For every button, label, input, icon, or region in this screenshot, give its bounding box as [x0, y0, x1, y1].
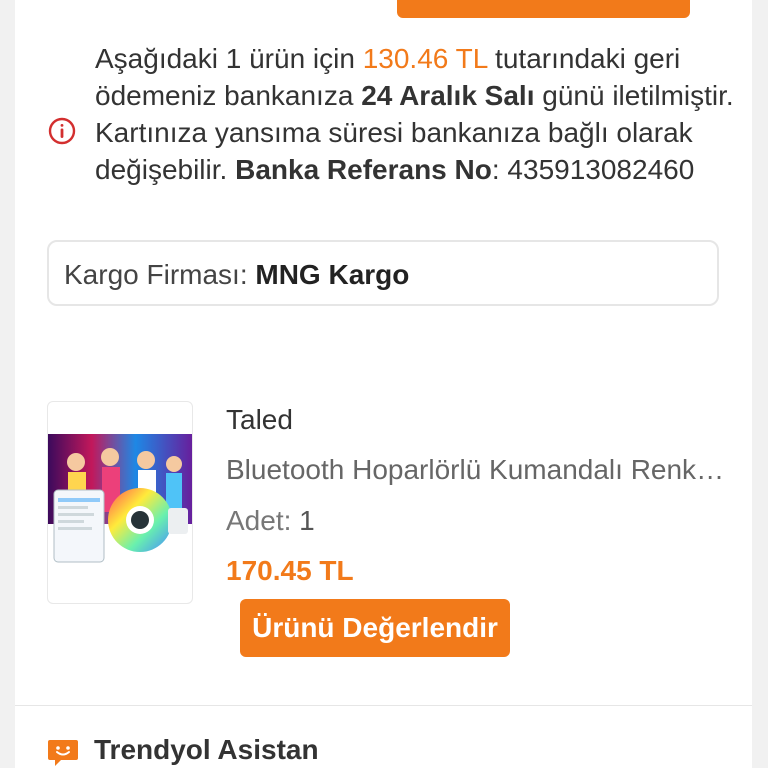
trendyol-assistant-link[interactable]: Trendyol Asistan — [94, 734, 319, 766]
bank-ref-label: Banka Referans No — [235, 154, 492, 185]
notice-text-1: Aşağıdaki 1 ürün için — [95, 43, 363, 74]
quantity-label: Adet: — [226, 505, 300, 536]
product-name[interactable]: Bluetooth Hoparlörlü Kumandalı Renkli LE… — [226, 454, 726, 486]
section-divider — [15, 705, 752, 706]
product-image-graphic — [48, 434, 192, 563]
product-brand[interactable]: Taled — [226, 404, 293, 436]
chat-bubble-icon — [48, 740, 78, 766]
cargo-value: MNG Kargo — [255, 259, 410, 290]
review-product-button[interactable]: Ürünü Değerlendir — [240, 599, 510, 657]
refund-notice: Aşağıdaki 1 ürün için 130.46 TL tutarınd… — [95, 40, 735, 188]
product-quantity: Adet: 1 — [226, 505, 315, 537]
refund-amount: 130.46 TL — [362, 43, 488, 74]
info-icon — [48, 117, 76, 145]
product-image[interactable] — [47, 401, 193, 604]
cargo-label: Kargo Firması: — [64, 259, 256, 290]
top-action-button[interactable] — [397, 0, 690, 18]
bank-ref-number: 435913082460 — [507, 154, 695, 185]
refund-date: 24 Aralık Salı — [361, 80, 535, 111]
bank-ref-separator: : — [491, 154, 508, 185]
product-price: 170.45 TL — [226, 555, 354, 586]
cargo-company-box: Kargo Firması: MNG Kargo — [47, 240, 719, 306]
quantity-value: 1 — [299, 505, 315, 536]
